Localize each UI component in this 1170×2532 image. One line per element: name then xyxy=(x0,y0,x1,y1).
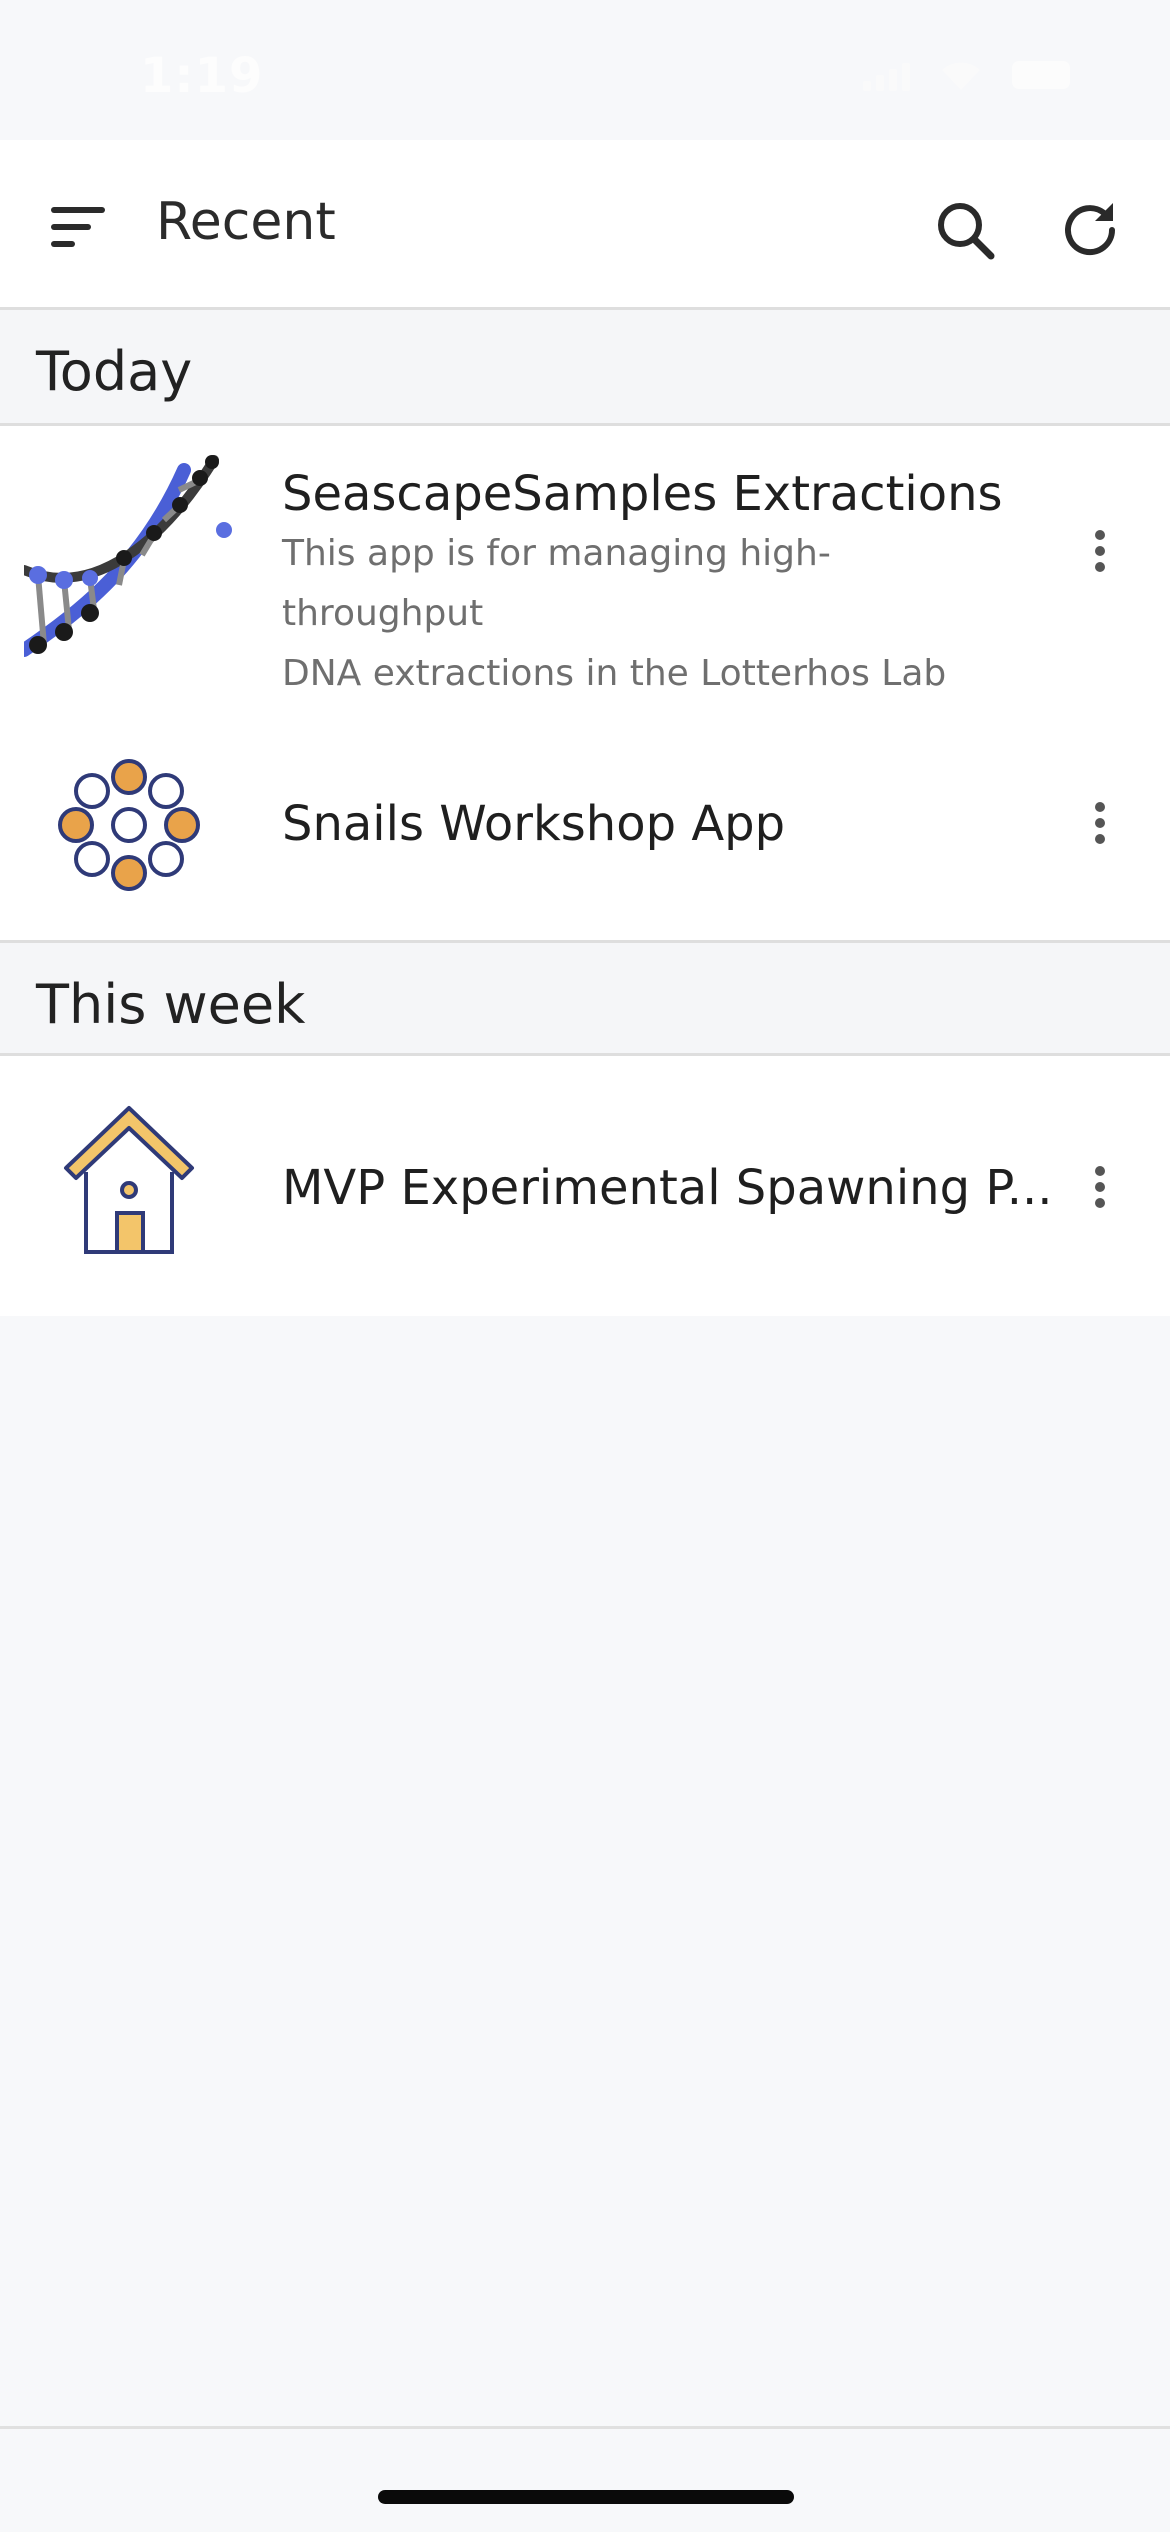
more-options-button[interactable] xyxy=(1070,1142,1130,1232)
search-button[interactable] xyxy=(920,190,1010,270)
status-time: 1:19 xyxy=(140,48,264,104)
filter-menu-icon xyxy=(51,207,105,247)
filter-menu-button[interactable] xyxy=(38,192,118,262)
circle-dots-icon xyxy=(58,759,200,891)
more-vertical-icon xyxy=(1095,802,1105,844)
item-description-line: DNA extractions in the Lotterhos Lab xyxy=(282,653,947,694)
app-bar: Recent xyxy=(0,140,1170,310)
list-item-seascape[interactable]: SeascapeSamples Extractions This app is … xyxy=(0,426,1170,706)
dna-helix-image xyxy=(24,455,232,657)
item-description: This app is for managing high-throughput… xyxy=(282,524,1012,704)
more-options-button[interactable] xyxy=(1070,778,1130,868)
more-options-button[interactable] xyxy=(1070,506,1130,596)
search-icon xyxy=(938,203,995,260)
bottom-bar xyxy=(0,2426,1170,2532)
section-header-today: Today xyxy=(0,310,1170,426)
more-vertical-icon xyxy=(1095,530,1105,572)
refresh-button[interactable] xyxy=(1040,188,1140,272)
item-title: Snails Workshop App xyxy=(282,796,786,852)
refresh-icon xyxy=(1065,203,1116,256)
signal-icon xyxy=(863,59,910,91)
item-description-line: This app is for managing high-throughput xyxy=(282,533,831,634)
section-header-this-week: This week xyxy=(0,940,1170,1056)
wifi-icon xyxy=(942,62,980,90)
page-title: Recent xyxy=(156,192,336,252)
battery-icon xyxy=(1012,61,1070,89)
item-title: SeascapeSamples Extractions xyxy=(282,466,1003,522)
home-indicator[interactable] xyxy=(378,2490,794,2504)
list-item-mvp[interactable]: MVP Experimental Spawning P... xyxy=(0,1056,1170,1316)
list-item-snails[interactable]: Snails Workshop App xyxy=(0,706,1170,940)
item-title: MVP Experimental Spawning P... xyxy=(282,1160,1053,1216)
status-icons xyxy=(863,58,1070,92)
house-icon xyxy=(64,1106,194,1254)
section-label: Today xyxy=(36,340,193,403)
section-label: This week xyxy=(36,973,306,1036)
status-bar: 1:19 xyxy=(0,0,1170,140)
more-vertical-icon xyxy=(1095,1166,1105,1208)
